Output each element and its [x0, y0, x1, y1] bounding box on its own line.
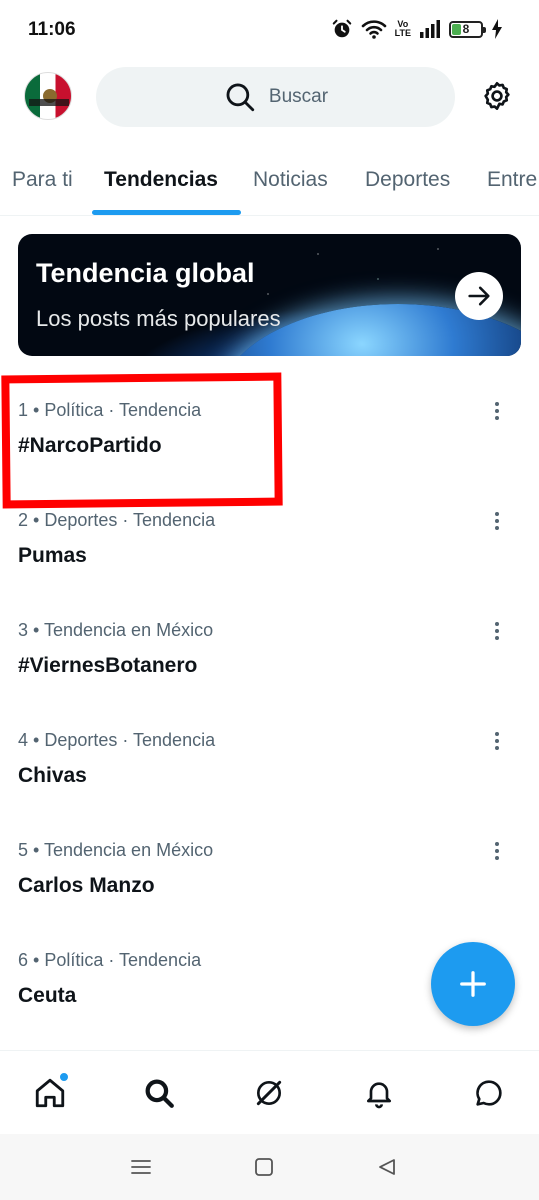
banner-subtitle: Los posts más populares: [36, 306, 281, 331]
tab-deportes[interactable]: Deportes: [365, 168, 450, 192]
battery-icon: 8: [449, 20, 486, 38]
system-back-button[interactable]: [374, 1154, 400, 1180]
signal-icon: [420, 20, 440, 38]
charging-icon: [492, 19, 502, 39]
notification-dot: [58, 1071, 70, 1083]
trend-name: Carlos Manzo: [18, 874, 155, 897]
nav-grok[interactable]: [249, 1073, 289, 1113]
search-input[interactable]: Buscar: [96, 67, 455, 127]
trend-name: #NarcoPartido: [18, 434, 162, 457]
nav-search[interactable]: [139, 1073, 179, 1113]
trend-item[interactable]: 1 • Política · Tendencia #NarcoPartido: [0, 400, 539, 510]
banner-title: Tendencia global: [36, 258, 255, 288]
search-icon: [145, 1079, 174, 1108]
trend-meta: 4 • Deportes · Tendencia: [18, 730, 216, 750]
gear-icon[interactable]: [481, 80, 513, 112]
alarm-icon: [332, 19, 351, 38]
trend-item[interactable]: 5 • Tendencia en México Carlos Manzo: [0, 840, 539, 950]
grok-icon: [256, 1080, 282, 1106]
volte-icon: Vo LTE: [394, 19, 411, 38]
trend-meta: 2 • Deportes · Tendencia: [18, 510, 216, 530]
system-nav-bar: [0, 1134, 539, 1200]
trend-item[interactable]: 4 • Deportes · Tendencia Chivas: [0, 730, 539, 840]
trend-item[interactable]: 2 • Deportes · Tendencia Pumas: [0, 510, 539, 620]
trend-name: Chivas: [18, 764, 87, 787]
tab-entretenimiento[interactable]: Entre: [487, 168, 537, 192]
trend-name: Ceuta: [18, 984, 77, 1007]
trend-name: #ViernesBotanero: [18, 654, 198, 677]
home-square-icon: [255, 1158, 273, 1176]
more-options-icon[interactable]: [486, 840, 508, 864]
global-trending-banner[interactable]: Tendencia global Los posts más populares: [18, 234, 521, 356]
search-icon: [226, 83, 255, 112]
more-options-icon[interactable]: [486, 510, 508, 534]
status-bar: 11:06 Vo LTE 8: [0, 0, 539, 62]
trend-meta: 6 • Política · Tendencia: [18, 950, 202, 970]
more-options-icon[interactable]: [486, 620, 508, 644]
trend-item[interactable]: 3 • Tendencia en México #ViernesBotanero: [0, 620, 539, 730]
back-triangle-icon: [379, 1159, 395, 1175]
trend-meta: 3 • Tendencia en México: [18, 620, 214, 640]
tab-noticias[interactable]: Noticias: [253, 168, 328, 192]
bell-icon: [367, 1082, 391, 1109]
nav-messages[interactable]: [469, 1073, 509, 1113]
more-options-icon[interactable]: [486, 400, 508, 424]
tab-para-ti[interactable]: Para ti: [12, 168, 73, 192]
active-tab-indicator: [92, 210, 241, 215]
plus-icon: [460, 971, 486, 997]
bottom-nav: [0, 1050, 539, 1134]
search-placeholder: Buscar: [268, 86, 329, 107]
recent-apps-button[interactable]: [128, 1154, 154, 1180]
trend-meta: 5 • Tendencia en México: [18, 840, 214, 860]
status-time: 11:06: [28, 19, 76, 40]
arrow-right-icon: [468, 286, 490, 306]
wifi-icon: [361, 20, 386, 39]
compose-post-button[interactable]: [431, 942, 515, 1026]
messages-icon: [476, 1080, 502, 1106]
more-options-icon[interactable]: [486, 730, 508, 754]
explore-tabs: Para ti Tendencias Noticias Deportes Ent…: [0, 150, 539, 216]
system-home-button[interactable]: [251, 1154, 277, 1180]
menu-icon: [131, 1160, 151, 1174]
banner-arrow-button[interactable]: [455, 272, 503, 320]
trend-meta: 1 • Política · Tendencia: [18, 400, 202, 420]
avatar[interactable]: [24, 72, 72, 120]
nav-notifications[interactable]: [359, 1073, 399, 1113]
tab-tendencias[interactable]: Tendencias: [104, 168, 218, 192]
status-icons: Vo LTE 8: [331, 18, 503, 40]
trend-name: Pumas: [18, 544, 87, 567]
